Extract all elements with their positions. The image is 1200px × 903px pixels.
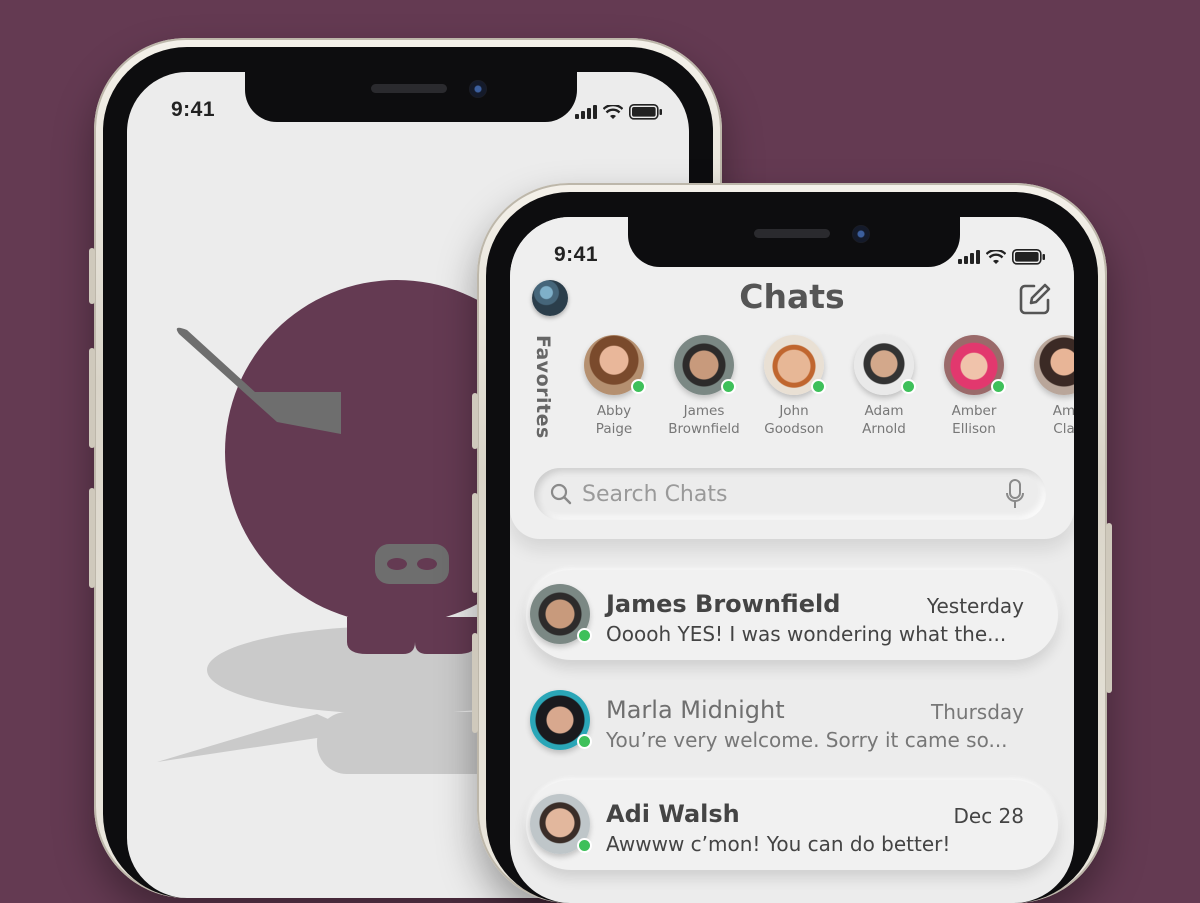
- search-input[interactable]: Search Chats: [582, 482, 727, 507]
- favorite-contact[interactable]: Abby Paige: [584, 335, 646, 438]
- favorite-name: Adam Arnold: [862, 403, 906, 437]
- chat-preview: Ooooh YES! I was wondering what the...: [606, 622, 1007, 646]
- chat-contact-name: Marla Midnight: [606, 696, 785, 724]
- favorites-row: Abby Paige James Brownfield John Goodson…: [584, 335, 1074, 438]
- avatar: [854, 335, 916, 395]
- online-status-dot: [721, 379, 736, 394]
- online-status-dot: [901, 379, 916, 394]
- favorite-name: John Goodson: [764, 403, 824, 437]
- avatar: [530, 794, 592, 854]
- cellular-signal-icon: [958, 250, 980, 264]
- online-status-dot: [577, 734, 592, 749]
- status-icons: [958, 249, 1046, 265]
- wifi-icon: [986, 249, 1006, 264]
- avatar: [1034, 335, 1074, 395]
- logo-nostril: [417, 558, 437, 570]
- avatar: [944, 335, 1006, 395]
- avatar: [584, 335, 646, 395]
- phone-bezel: 9:41: [486, 192, 1098, 903]
- favorite-contact[interactable]: Am Cla: [1034, 335, 1074, 438]
- side-button: [472, 633, 478, 733]
- side-button: [89, 488, 95, 588]
- chat-list-item[interactable]: Adi Walsh Dec 28 Awwww c’mon! You can do…: [526, 780, 1058, 870]
- battery-icon: [1012, 249, 1045, 265]
- chat-timestamp: Yesterday: [926, 594, 1024, 618]
- chat-timestamp: Dec 28: [953, 804, 1024, 828]
- chat-list-item[interactable]: James Brownfield Yesterday Ooooh YES! I …: [526, 570, 1058, 660]
- phone-notch: [628, 217, 960, 267]
- online-status-dot: [631, 379, 646, 394]
- favorite-contact[interactable]: Amber Ellison: [944, 335, 1006, 438]
- side-button: [472, 393, 478, 449]
- speaker-grille: [754, 229, 830, 238]
- front-camera: [852, 225, 870, 243]
- favorite-name: Amber Ellison: [951, 403, 997, 437]
- chat-preview: Awwww c’mon! You can do better!: [606, 832, 951, 856]
- chat-list-item[interactable]: Marla Midnight Thursday You’re very welc…: [526, 676, 1058, 766]
- favorite-contact[interactable]: James Brownfield: [668, 335, 740, 438]
- avatar: [674, 335, 736, 395]
- favorite-contact[interactable]: Adam Arnold: [854, 335, 916, 438]
- online-status-dot: [991, 379, 1006, 394]
- avatar: [764, 335, 826, 395]
- search-bar[interactable]: Search Chats: [534, 468, 1046, 520]
- front-phone: 9:41 Chats Favorites Abby Paige James Br…: [472, 183, 1112, 903]
- chat-contact-name: James Brownfield: [606, 590, 841, 618]
- front-phone-screen: 9:41 Chats Favorites Abby Paige James Br…: [510, 217, 1074, 903]
- online-status-dot: [811, 379, 826, 394]
- chat-contact-name: Adi Walsh: [606, 800, 740, 828]
- avatar: [530, 584, 592, 644]
- favorite-name: Am Cla: [1052, 403, 1074, 437]
- logo-snout: [375, 544, 449, 584]
- status-time: 9:41: [554, 243, 599, 266]
- chat-timestamp: Thursday: [931, 700, 1024, 724]
- microphone-icon[interactable]: [1006, 479, 1024, 509]
- favorite-contact[interactable]: John Goodson: [764, 335, 826, 438]
- online-status-dot: [577, 838, 592, 853]
- side-button: [89, 348, 95, 448]
- page-title: Chats: [739, 277, 845, 316]
- compose-edit-icon[interactable]: [1018, 282, 1052, 316]
- search-icon: [550, 483, 572, 505]
- favorite-name: Abby Paige: [595, 403, 633, 437]
- online-status-dot: [577, 628, 592, 643]
- side-button: [1106, 523, 1112, 693]
- favorite-name: James Brownfield: [668, 403, 740, 437]
- logo-feet: [347, 617, 477, 654]
- favorites-label: Favorites: [532, 335, 554, 439]
- chat-preview: You’re very welcome. Sorry it came so...: [606, 728, 1008, 752]
- logo-nostril: [387, 558, 407, 570]
- side-button: [472, 493, 478, 593]
- avatar: [530, 690, 592, 750]
- side-button: [89, 248, 95, 304]
